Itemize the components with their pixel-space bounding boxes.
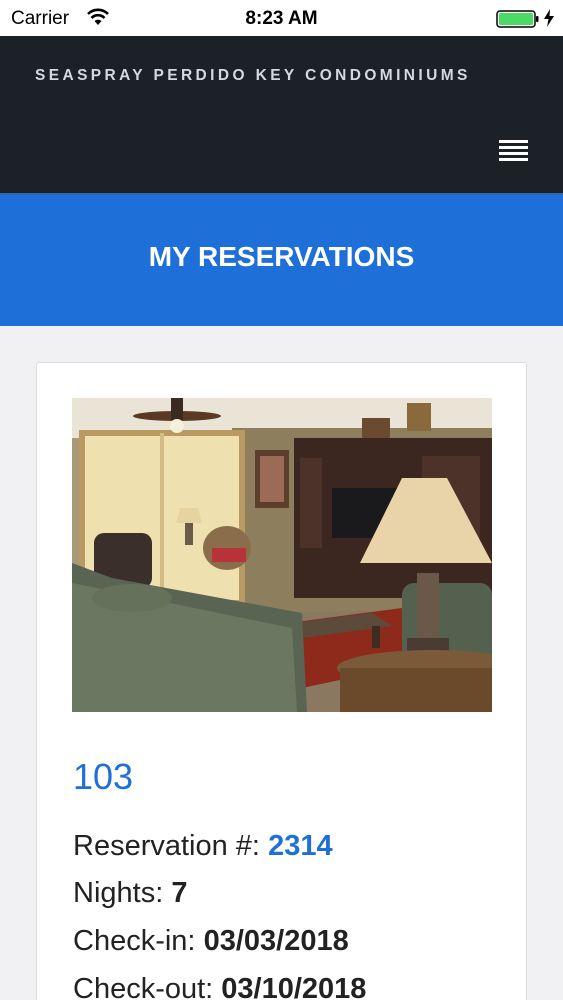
- reservation-card: 103 Reservation #: 2314 Nights: 7 Check-…: [36, 362, 527, 1000]
- battery-icon: [496, 10, 539, 28]
- reservation-number-link[interactable]: 2314: [268, 830, 333, 862]
- site-header: SEASPRAY PERDIDO KEY CONDOMINIUMS: [0, 36, 563, 193]
- page-banner: MY RESERVATIONS: [0, 193, 563, 326]
- living-room-image: [72, 398, 492, 712]
- charging-bolt-icon: [544, 9, 554, 27]
- reservation-number-label: Reservation #:: [73, 830, 260, 862]
- hamburger-menu-icon[interactable]: [499, 140, 529, 168]
- checkin-value: 03/03/2018: [203, 925, 349, 957]
- nights-row: Nights: 7: [73, 877, 187, 910]
- checkin-row: Check-in: 03/03/2018: [73, 925, 349, 958]
- reservation-number-row: Reservation #: 2314: [73, 830, 333, 863]
- status-bar: Carrier 8:23 AM: [0, 0, 563, 36]
- checkout-label: Check-out:: [73, 973, 214, 1000]
- site-title[interactable]: SEASPRAY PERDIDO KEY CONDOMINIUMS: [35, 67, 471, 85]
- checkout-row: Check-out: 03/10/2018: [73, 973, 366, 1000]
- status-time: 8:23 AM: [245, 8, 318, 29]
- unit-photo[interactable]: [72, 398, 492, 712]
- nights-value: 7: [171, 877, 188, 909]
- checkin-label: Check-in:: [73, 925, 196, 957]
- unit-name-link[interactable]: 103: [73, 756, 133, 798]
- checkout-value: 03/10/2018: [221, 973, 367, 1000]
- page-title: MY RESERVATIONS: [148, 241, 415, 272]
- nights-label: Nights:: [73, 877, 164, 909]
